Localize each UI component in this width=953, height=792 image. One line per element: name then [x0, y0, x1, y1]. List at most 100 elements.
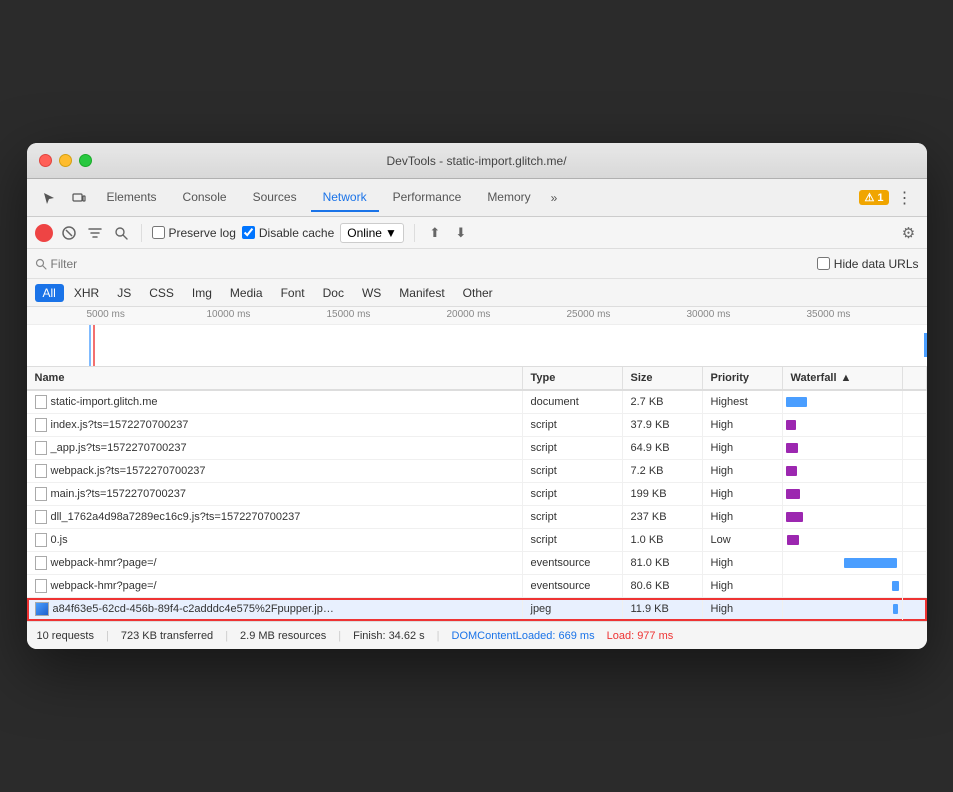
table-row[interactable]: webpack.js?ts=1572270700237 script 7.2 K…	[27, 460, 927, 483]
td-size: 64.9 KB	[623, 437, 703, 459]
td-priority: High	[703, 598, 783, 620]
table-row[interactable]: index.js?ts=1572270700237 script 37.9 KB…	[27, 414, 927, 437]
filter-icon[interactable]	[85, 223, 105, 243]
td-waterfall	[783, 506, 903, 528]
preserve-log-checkbox[interactable]: Preserve log	[152, 226, 236, 240]
td-name: _app.js?ts=1572270700237	[27, 437, 523, 459]
td-type: script	[523, 506, 623, 528]
td-waterfall	[783, 575, 903, 597]
td-name: webpack.js?ts=1572270700237	[27, 460, 523, 482]
td-priority: Low	[703, 529, 783, 551]
tab-network[interactable]: Network	[311, 184, 379, 212]
tab-sources[interactable]: Sources	[241, 184, 309, 212]
type-filter-other[interactable]: Other	[455, 284, 501, 302]
table-row[interactable]: webpack-hmr?page=/ eventsource 80.6 KB H…	[27, 575, 927, 598]
more-tabs-button[interactable]: »	[545, 187, 564, 209]
type-filter-manifest[interactable]: Manifest	[391, 284, 452, 302]
devtools-tab-bar: Elements Console Sources Network Perform…	[27, 179, 927, 217]
file-icon	[35, 441, 47, 455]
table-row[interactable]: static-import.glitch.me document 2.7 KB …	[27, 391, 927, 414]
th-name[interactable]: Name	[27, 367, 523, 389]
cursor-icon[interactable]	[35, 184, 63, 212]
chevron-down-icon: ▼	[385, 226, 397, 240]
td-size: 2.7 KB	[623, 391, 703, 413]
th-size[interactable]: Size	[623, 367, 703, 389]
type-filter-doc[interactable]: Doc	[315, 284, 352, 302]
td-priority: High	[703, 437, 783, 459]
throttle-dropdown[interactable]: Online ▼	[340, 223, 404, 243]
device-toggle-icon[interactable]	[65, 184, 93, 212]
td-waterfall	[783, 391, 903, 413]
disable-cache-input[interactable]	[242, 226, 255, 239]
td-extra	[903, 483, 927, 505]
ruler-mark-3: 15000 ms	[327, 309, 371, 320]
waterfall-bar	[786, 420, 796, 430]
td-size: 237 KB	[623, 506, 703, 528]
type-filter-xhr[interactable]: XHR	[66, 284, 107, 302]
td-name: index.js?ts=1572270700237	[27, 414, 523, 436]
disable-cache-checkbox[interactable]: Disable cache	[242, 226, 334, 240]
hide-data-urls-checkbox[interactable]: Hide data URLs	[817, 257, 919, 271]
ruler-mark-4: 20000 ms	[447, 309, 491, 320]
separator-1	[141, 224, 142, 242]
waterfall-bar	[786, 512, 803, 522]
td-priority: High	[703, 483, 783, 505]
tab-console[interactable]: Console	[171, 184, 239, 212]
type-filter-media[interactable]: Media	[222, 284, 271, 302]
table-row[interactable]: _app.js?ts=1572270700237 script 64.9 KB …	[27, 437, 927, 460]
tab-elements[interactable]: Elements	[95, 184, 169, 212]
table-row[interactable]: webpack-hmr?page=/ eventsource 81.0 KB H…	[27, 552, 927, 575]
td-extra	[903, 460, 927, 482]
minimize-button[interactable]	[59, 154, 72, 167]
ruler-mark-6: 30000 ms	[687, 309, 731, 320]
type-filter-ws[interactable]: WS	[354, 284, 389, 302]
search-icon[interactable]	[111, 223, 131, 243]
timeline-chart	[87, 325, 927, 367]
td-extra	[903, 414, 927, 436]
file-icon	[35, 556, 47, 570]
more-options-icon[interactable]: ⋮	[891, 184, 919, 212]
td-priority: Highest	[703, 391, 783, 413]
sep4: |	[437, 630, 440, 642]
table-row[interactable]: main.js?ts=1572270700237 script 199 KB H…	[27, 483, 927, 506]
preserve-log-input[interactable]	[152, 226, 165, 239]
td-size: 11.9 KB	[623, 598, 703, 620]
type-filter-img[interactable]: Img	[184, 284, 220, 302]
settings-icon[interactable]: ⚙	[899, 223, 919, 243]
file-icon	[35, 579, 47, 593]
network-toolbar: Preserve log Disable cache Online ▼ ⬆ ⬇ …	[27, 217, 927, 249]
maximize-button[interactable]	[79, 154, 92, 167]
td-waterfall	[783, 529, 903, 551]
hide-data-urls-input[interactable]	[817, 257, 830, 270]
table-row[interactable]: dll_1762a4d98a7289ec16c9.js?ts=157227070…	[27, 506, 927, 529]
filter-bar: Hide data URLs	[27, 249, 927, 279]
td-waterfall	[783, 483, 903, 505]
import-har-icon[interactable]: ⬆	[425, 223, 445, 243]
type-filter-font[interactable]: Font	[273, 284, 313, 302]
tab-memory[interactable]: Memory	[475, 184, 542, 212]
status-finish: Finish: 34.62 s	[353, 630, 425, 642]
type-filter-all[interactable]: All	[35, 284, 64, 302]
close-button[interactable]	[39, 154, 52, 167]
filter-input-wrap	[35, 257, 131, 271]
sep1: |	[106, 630, 109, 642]
table-row-selected[interactable]: a84f63e5-62cd-456b-89f4-c2adddc4e575%2Fp…	[27, 598, 927, 621]
image-icon	[35, 602, 49, 616]
th-priority[interactable]: Priority	[703, 367, 783, 389]
table-row[interactable]: 0.js script 1.0 KB Low	[27, 529, 927, 552]
td-type: eventsource	[523, 575, 623, 597]
td-priority: High	[703, 414, 783, 436]
clear-button[interactable]	[59, 223, 79, 243]
td-name: 0.js	[27, 529, 523, 551]
tab-performance[interactable]: Performance	[381, 184, 474, 212]
filter-input[interactable]	[51, 257, 131, 271]
export-har-icon[interactable]: ⬇	[451, 223, 471, 243]
waterfall-bar	[787, 535, 799, 545]
record-button[interactable]	[35, 224, 53, 242]
td-name: main.js?ts=1572270700237	[27, 483, 523, 505]
type-filter-js[interactable]: JS	[109, 284, 139, 302]
type-filter-css[interactable]: CSS	[141, 284, 182, 302]
th-type[interactable]: Type	[523, 367, 623, 389]
th-waterfall[interactable]: Waterfall ▲	[783, 367, 903, 389]
status-load: Load: 977 ms	[607, 630, 674, 642]
